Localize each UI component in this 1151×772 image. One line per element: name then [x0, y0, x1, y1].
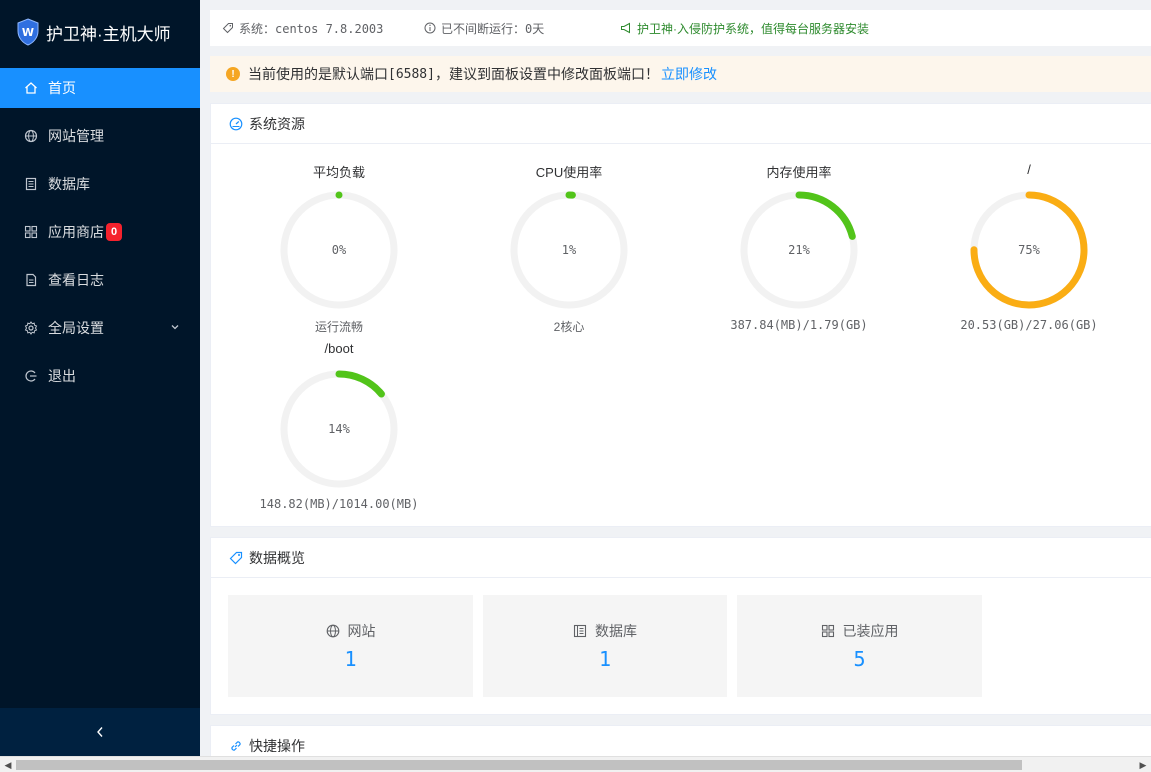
quick-actions-card: 快捷操作 [210, 725, 1151, 756]
sidebar-item-database[interactable]: 数据库 [0, 164, 200, 204]
log-icon [24, 273, 38, 287]
gauge-ring: 75% [970, 191, 1088, 309]
gauge-value: 75% [1018, 243, 1040, 257]
main-content: 系统：centos 7.8.2003 已不间断运行：0天 护卫神·入侵防护系统，… [210, 0, 1151, 756]
scrollbar-thumb[interactable] [16, 760, 1022, 770]
gauge-value: 14% [328, 422, 350, 436]
chevron-down-icon [171, 325, 179, 330]
tag-icon [222, 23, 233, 34]
gauge-title: CPU使用率 [535, 165, 603, 180]
promo-link[interactable]: 护卫神·入侵防护系统，值得每台服务器安装 [620, 20, 869, 37]
dashboard-icon [229, 117, 243, 130]
database-icon [573, 624, 587, 638]
link-icon [231, 741, 241, 751]
data-overview-card: 数据概览 网站 1 数据库 1 已装应用 5 [210, 537, 1151, 715]
horizontal-scrollbar[interactable]: ◀ ▶ [0, 756, 1151, 772]
gauge-ring: 0% [280, 191, 398, 309]
gauge-subtitle: 2核心 [553, 320, 585, 334]
sidebar-item-logout[interactable]: 退出 [0, 356, 200, 396]
gauge-subtitle: 148.82(MB)/1014.00(MB) [259, 497, 419, 511]
sidebar-item-label: 网站管理 [48, 128, 104, 144]
notice-text-before: 当前使用的是默认端口 [248, 66, 388, 82]
system-info-bar: 系统：centos 7.8.2003 已不间断运行：0天 护卫神·入侵防护系统，… [210, 10, 1151, 46]
sidebar-item-label: 全局设置 [48, 320, 104, 336]
system-resources-card: 系统资源 平均负载 0% 运行流畅 CPU使用率 1% 2核心 内存使用率 21% 387.84… [210, 103, 1151, 527]
resource-gauge: / 75% 20.53(GB)/27.06(GB) [914, 162, 1144, 332]
apps-icon [821, 624, 834, 638]
home-icon [24, 81, 38, 95]
svg-text:W: W [22, 26, 34, 39]
sidebar-item-websites[interactable]: 网站管理 [0, 116, 200, 156]
overview-databases[interactable]: 数据库 1 [483, 595, 727, 697]
overview-value: 5 [853, 647, 866, 671]
card-title: 数据概览 [249, 549, 305, 566]
resource-gauge: 平均负载 0% 运行流畅 [224, 162, 454, 335]
sidebar-item-home[interactable]: 首页 [0, 68, 200, 108]
card-header: 系统资源 [211, 104, 1151, 144]
sidebar-item-app-store[interactable]: 应用商店 0 [0, 212, 200, 252]
gauge-title: 平均负载 [312, 165, 365, 180]
gear-icon [24, 321, 38, 335]
logout-icon [24, 369, 38, 383]
sidebar-item-settings[interactable]: 全局设置 [0, 308, 200, 348]
overview-value: 1 [344, 647, 357, 671]
overview-value: 1 [598, 647, 612, 671]
uptime: 已不间断运行：0天 [424, 20, 544, 37]
shield-logo-icon: W [17, 18, 39, 46]
overview-label: 数据库 [595, 623, 637, 639]
brand: W 护卫神·主机大师 [0, 0, 200, 64]
gauge-value: 21% [788, 243, 810, 257]
sidebar-item-label: 首页 [48, 80, 76, 96]
card-header: 数据概览 [211, 538, 1151, 578]
gauge-ring: 14% [280, 370, 398, 488]
sidebar-item-logs[interactable]: 查看日志 [0, 260, 200, 300]
gauge-value: 1% [562, 243, 577, 257]
resource-gauge: CPU使用率 1% 2核心 [454, 162, 684, 335]
chevron-left-icon [97, 727, 103, 737]
scroll-right-icon[interactable]: ▶ [1135, 757, 1151, 772]
gauge-title: / [1027, 162, 1031, 177]
globe-icon [24, 129, 38, 143]
globe-icon [326, 624, 339, 638]
scroll-left-icon[interactable]: ◀ [0, 757, 16, 772]
sidebar-collapse-button[interactable] [0, 708, 200, 756]
sidebar-item-label: 应用商店 [48, 224, 104, 240]
card-title: 系统资源 [249, 115, 305, 132]
apps-icon [24, 225, 38, 239]
gauge-ring: 1% [510, 191, 628, 309]
notice-text-after: ，建议到面板设置中修改面板端口！ [434, 66, 659, 82]
notice-port: [6588] [388, 66, 435, 82]
sidebar-item-label: 数据库 [48, 176, 90, 192]
overview-label: 网站 [347, 623, 376, 639]
gauge-subtitle: 20.53(GB)/27.06(GB) [960, 318, 1098, 332]
tag-icon [229, 551, 243, 564]
megaphone-icon [621, 22, 630, 34]
gauge-value: 0% [332, 243, 347, 257]
sidebar-item-label: 查看日志 [48, 272, 104, 288]
sidebar: W 护卫神·主机大师 首页 网站管理 数据库 应用商店 0 查看日志 全局设置 … [0, 0, 200, 756]
database-icon [24, 177, 38, 191]
modify-port-link[interactable]: 立即修改 [661, 64, 717, 84]
warning-icon: ! [226, 67, 240, 81]
overview-websites[interactable]: 网站 1 [228, 595, 473, 697]
overview-label: 已装应用 [842, 623, 899, 639]
card-title: 快捷操作 [249, 738, 305, 754]
resource-gauge: /boot 14% 148.82(MB)/1014.00(MB) [224, 341, 454, 511]
sidebar-item-label: 退出 [48, 368, 76, 384]
system-version: 系统：centos 7.8.2003 [222, 20, 383, 37]
port-warning-notice: ! 当前使用的是默认端口 [6588] ，建议到面板设置中修改面板端口！ 立即修… [210, 56, 1151, 92]
resource-gauge: 内存使用率 21% 387.84(MB)/1.79(GB) [684, 162, 914, 332]
sidebar-menu: 首页 网站管理 数据库 应用商店 0 查看日志 全局设置 退出 [0, 68, 200, 396]
brand-title: 护卫神·主机大师 [46, 24, 171, 44]
gauge-title: /boot [324, 341, 354, 356]
overview-installed-apps[interactable]: 已装应用 5 [737, 595, 982, 697]
card-header: 快捷操作 [211, 726, 1151, 756]
gauge-subtitle: 387.84(MB)/1.79(GB) [730, 318, 868, 332]
info-icon [424, 22, 436, 34]
app-store-badge: 0 [106, 223, 123, 241]
gauge-subtitle: 运行流畅 [314, 320, 363, 334]
gauge-ring: 21% [740, 191, 858, 309]
gauge-title: 内存使用率 [766, 165, 832, 180]
